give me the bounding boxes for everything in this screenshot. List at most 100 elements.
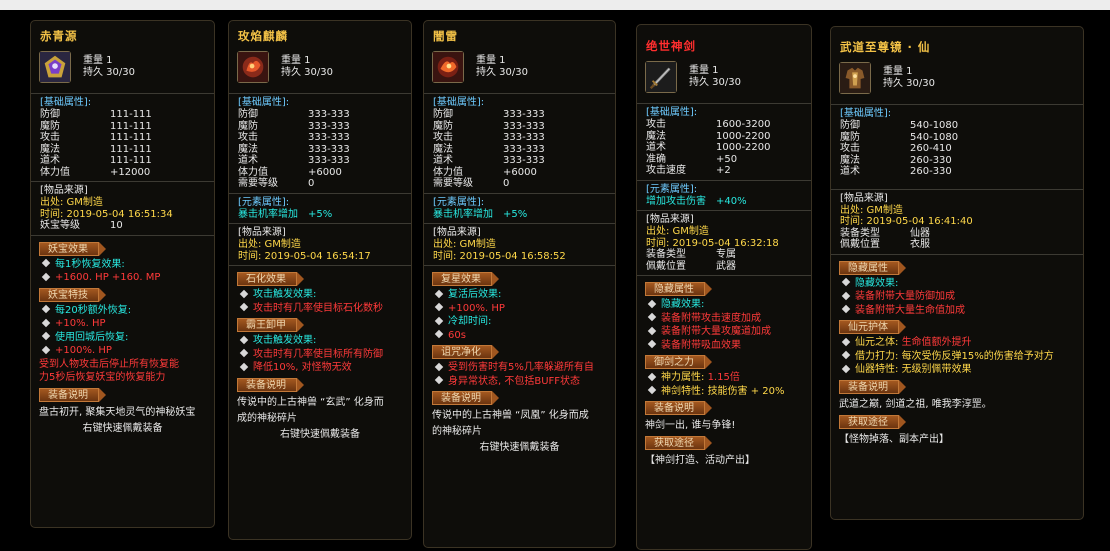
durability-text: 持久 30/30 [83,67,135,78]
diamond-icon [41,345,51,354]
attr-row: 需要等级 0 [433,178,510,189]
diamond-icon [841,291,851,300]
source-time: 时间: 2019-05-04 16:41:40 [840,216,973,227]
attr-row: 攻击 260-410 [840,143,952,154]
attr-row: 攻击 1600-3200 [646,119,771,130]
effect-line: 神剑特性: 技能伤害 + 20% [645,385,803,399]
item-tooltip-anlei: 闇雷 重量 1 持久 30/30 [基础属性]: 防御 333-333 魔防 333… [423,20,616,548]
attr-row: 攻击 333-333 [238,132,350,143]
equip-hint: 右键快速佩戴装备 [479,442,560,453]
diamond-icon [647,372,657,381]
diamond-icon [647,339,657,349]
diamond-icon [841,364,851,373]
diamond-icon [434,302,444,312]
item-description-2: 成的神秘碎片 [237,412,297,424]
effects: 妖宝效果 每1秒恢复效果: +1600. HP +160. MP 妖宝特技 每2… [31,234,214,436]
diamond-icon [841,337,851,346]
diamond-icon [647,385,657,395]
effect-line: 装备附带吸血效果 [645,339,803,353]
element-attributes: [元素属性]: 增加攻击伤害 +40% [637,179,811,211]
effect-note: 受到人物攻击后停止所有恢复能 [39,358,179,370]
base-attributes-title: [基础属性]: [646,107,698,118]
diamond-icon [41,304,51,314]
source-time: 时间: 2019-05-04 16:54:17 [238,250,371,262]
source-origin: 出处: GM制造 [238,239,301,250]
item-header: 重量 1 持久 30/30 [432,49,607,89]
effect-line: 装备附带大量攻魔道加成 [645,325,803,339]
item-title: 武道至尊镜 · 仙 [840,40,931,54]
item-description: 武道之巅, 剑道之祖, 唯我李淳罡。 [839,398,992,410]
item-header: 重量 1 持久 30/30 [839,60,1075,100]
effect-line: +100%. HP [432,302,607,316]
effect-tag: 获取途径 [645,436,712,450]
attr-row: 道术 111-111 [40,155,152,166]
effect-line: 冷却时间: [432,315,607,329]
effect-tag: 装备说明 [839,379,906,394]
item-tooltip-jueshishenjian: 绝世神剑 重量 1 持久 30/30 [基础属性]: 攻击 1600-3200 魔… [636,24,812,550]
element-row: 暴击机率增加 +5% [238,208,333,220]
attr-row: 魔法 333-333 [433,143,545,155]
attr-row: 魔防 333-333 [433,120,545,132]
effect-tag: 隐藏属性 [645,282,712,296]
effect-line: 每1秒恢复效果: [39,258,206,272]
item-title: 玫焰麒麟 [238,29,288,43]
diamond-icon [41,331,51,341]
attr-row: 魔法 333-333 [238,143,350,155]
effect-line: 攻击触发效果: [237,334,403,348]
effect-line: 每20秒额外恢复: [39,304,206,318]
durability-text: 持久 30/30 [689,77,741,88]
source-title: [物品来源] [238,227,286,238]
attr-row: 防御 111-111 [40,109,152,120]
diamond-icon [239,362,249,371]
attr-row: 道术 260-330 [840,166,952,177]
attr-row: 攻击 333-333 [433,132,545,143]
obtain-method: 【神剑打造、活动产出】 [645,455,755,466]
item-header: 重量 1 持久 30/30 [645,59,803,99]
item-source: [物品来源] 出处: GM制造 时间: 2019-05-04 16:41:40 … [831,188,1083,254]
effect-tag: 隐藏属性 [839,260,906,275]
element-attributes: [元素属性]: 暴击机率增加 +5% [229,192,411,224]
item-title: 闇雷 [433,29,458,43]
source-time: 时间: 2019-05-04 16:32:18 [646,237,779,249]
attr-row: 攻击 111-111 [40,132,152,143]
item-description: 传说中的上古神兽 “玄武” 化身而 [237,396,384,408]
effect-line: 隐藏效果: [645,298,803,312]
attr-row: 道术 333-333 [433,155,545,166]
base-attributes: [基础属性]: 防御 333-333 魔防 333-333 攻击 333-333 魔法… [424,93,615,193]
element-attributes: [元素属性]: 暴击机率增加 +5% [424,192,615,224]
source-origin: 出处: GM制造 [646,226,709,237]
diamond-icon [841,304,851,314]
effect-line: 60s [432,329,607,343]
effect-line: 受到伤害时有5%几率躲避所有自 [432,361,607,375]
effect-line: 装备附带攻击速度加成 [645,312,803,326]
effect-tag: 诅咒净化 [432,345,499,359]
item-source: [物品来源] 出处: GM制造 时间: 2019-05-04 16:32:18 … [637,210,811,275]
effect-line: 攻击时有几率使目标所有防御 [237,348,403,362]
effect-line: 仙元之体: 生命值额外提升 [839,336,1075,350]
effect-tag: 妖宝特技 [39,287,106,302]
element-title: [元素属性]: [433,196,485,208]
effect-tag: 御剑之力 [645,355,712,369]
item-title: 绝世神剑 [646,39,696,53]
attr-row: 攻击速度 +2 [646,165,731,176]
attr-row: 体力值 +6000 [433,166,537,178]
diamond-icon [41,318,51,327]
qilin-shard-icon [237,51,269,83]
tooltip-stage: 赤青源 重量 1 持久 30/30 [基础属性]: 防御 111-111 魔防 11… [0,10,1110,551]
attr-row: 准确 +50 [646,153,738,165]
effect-line: +1600. HP +160. MP [39,271,206,285]
effects: 隐藏属性 隐藏效果: 装备附带大量防御加成 装备附带大量生命值加成 仙元护体 仙… [831,253,1083,447]
effect-line: 身异常状态, 不包括BUFF状态 [432,375,607,389]
effect-line: 降低10%, 对怪物无效 [237,361,403,375]
item-tooltip-meiyanqilin: 玫焰麒麟 重量 1 持久 30/30 [基础属性]: 防御 333-333 魔防 3… [228,20,412,540]
effect-tag: 复星效果 [432,272,499,286]
diamond-icon [41,272,51,281]
element-row: 暴击机率增加 +5% [433,208,528,220]
attr-row: 防御 333-333 [238,109,350,120]
durability-text: 持久 30/30 [281,67,333,78]
item-source: [物品来源] 出处: GM制造 时间: 2019-05-04 16:51:34 … [31,181,214,235]
effect-tag: 装备说明 [237,377,304,392]
durability-text: 持久 30/30 [476,67,528,78]
effect-tag: 石化效果 [237,272,304,286]
base-attributes-title: [基础属性]: [40,97,92,108]
